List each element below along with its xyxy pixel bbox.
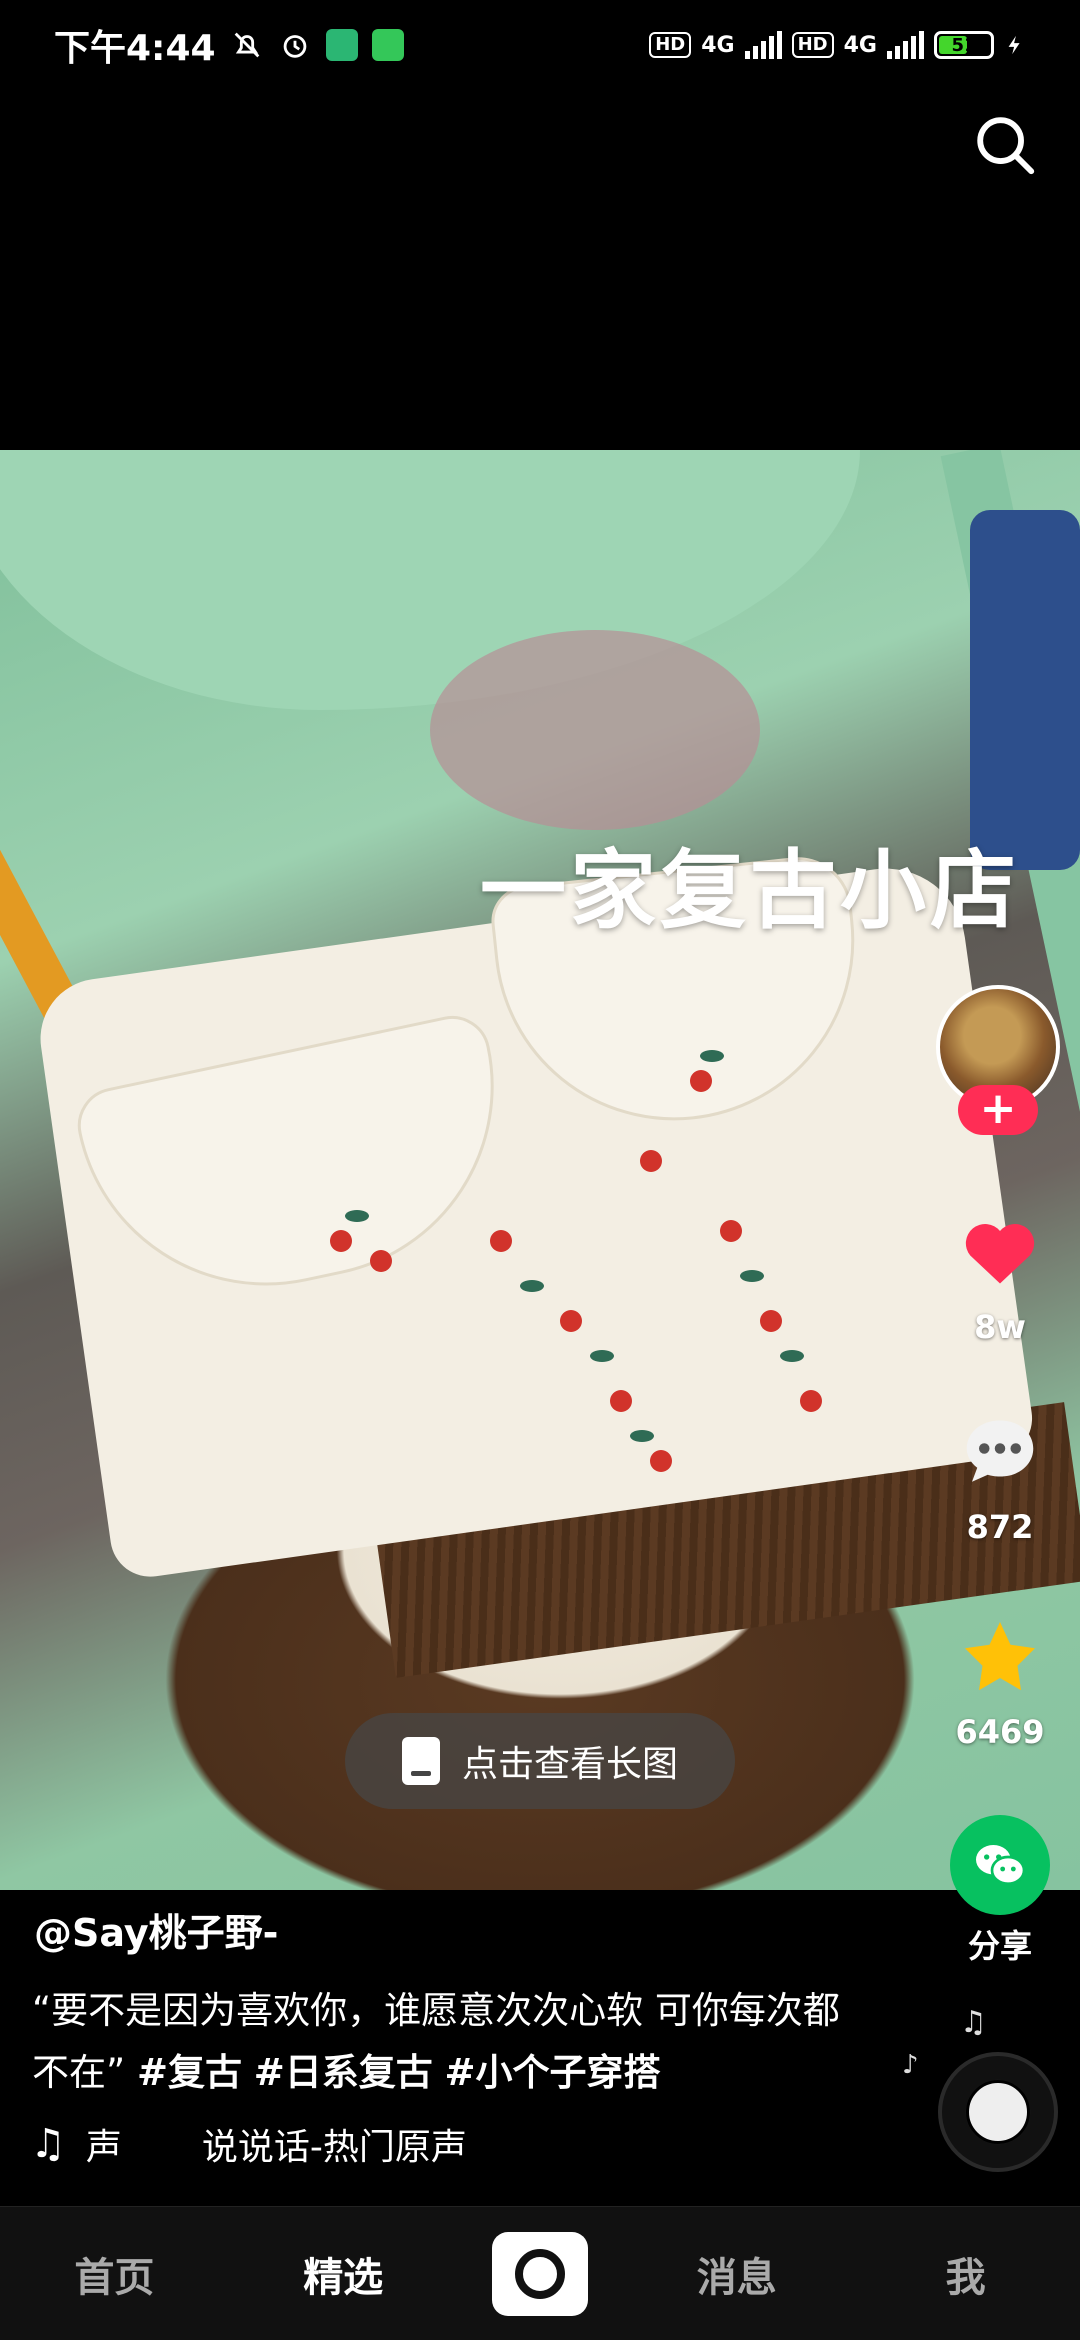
comment-icon xyxy=(966,1420,1034,1482)
embroidery-flower xyxy=(330,1230,352,1252)
hashtag[interactable]: #小个子穿搭 xyxy=(445,2051,661,2094)
wechat-icon xyxy=(950,1815,1050,1915)
hashtag[interactable]: #日系复古 xyxy=(254,2051,433,2094)
favorite-button[interactable]: 6469 xyxy=(940,1615,1060,1751)
status-bar: 下午4:44 HD 4G HD 4G 51 xyxy=(0,0,1080,90)
camera-button[interactable] xyxy=(491,2231,588,2316)
bottom-nav: 首页 精选 消息 我 xyxy=(0,2206,1080,2340)
music-info[interactable]: ♫ 声 说说话-热门原声 xyxy=(30,2118,467,2170)
background-cloth xyxy=(430,630,760,830)
embroidery-flower xyxy=(490,1230,512,1252)
author-name[interactable]: @Say桃子野- xyxy=(34,1902,278,1957)
signal-icon xyxy=(744,31,782,59)
embroidery-flower xyxy=(640,1150,662,1172)
music-scroll-text: 声 xyxy=(85,2127,122,2168)
image-overlay-title: 一家复古小店 xyxy=(480,841,1020,941)
view-long-image-label: 点击查看长图 xyxy=(461,1744,678,1785)
favorite-count: 6469 xyxy=(955,1713,1045,1751)
post-image[interactable] xyxy=(0,450,1080,1890)
like-button[interactable]: 8w xyxy=(940,1210,1060,1346)
post-description: “要不是因为喜欢你，谁愿意次次心软 可你每次都不在” #复古 #日系复古 #小个… xyxy=(32,1980,872,2104)
embroidery-leaf xyxy=(590,1350,614,1362)
comment-count: 872 xyxy=(966,1508,1034,1546)
camera-icon xyxy=(514,2248,565,2299)
embroidery-flower xyxy=(800,1390,822,1412)
follow-button[interactable]: + xyxy=(958,1085,1038,1135)
heart-icon xyxy=(965,1223,1035,1284)
alarm-icon xyxy=(283,35,306,58)
share-label: 分享 xyxy=(967,1927,1032,1965)
music-cover xyxy=(966,2080,1030,2144)
comment-button[interactable]: 872 xyxy=(940,1410,1060,1546)
view-long-image-button[interactable]: 点击查看长图 xyxy=(345,1713,735,1809)
embroidery-flower xyxy=(720,1220,742,1242)
nav-featured[interactable]: 精选 xyxy=(263,2245,423,2303)
embroidery-flower xyxy=(760,1310,782,1332)
cat-app-icon xyxy=(371,29,404,61)
star-icon xyxy=(965,1622,1035,1691)
like-count: 8w xyxy=(974,1308,1026,1346)
shield-app-icon xyxy=(325,29,358,61)
embroidery-leaf xyxy=(740,1270,764,1282)
music-note-icon: ♪ xyxy=(902,2050,919,2080)
long-image-icon xyxy=(401,1737,440,1785)
nav-home[interactable]: 首页 xyxy=(34,2245,194,2303)
embroidery-leaf xyxy=(780,1350,804,1362)
status-time: 下午4:44 xyxy=(54,28,216,69)
embroidery-flower xyxy=(370,1250,392,1272)
embroidery-flower xyxy=(560,1310,582,1332)
battery-icon: 51 xyxy=(934,31,994,59)
embroidery-leaf xyxy=(345,1210,369,1222)
embroidery-flower xyxy=(690,1070,712,1092)
music-note-icon: ♫ xyxy=(30,2121,66,2167)
share-button[interactable]: 分享 xyxy=(940,1815,1060,1967)
background-cloth xyxy=(970,510,1080,870)
embroidery-leaf xyxy=(700,1050,724,1062)
music-title: 说说话-热门原声 xyxy=(201,2127,467,2168)
chair-backrest xyxy=(0,450,860,710)
hashtag[interactable]: #复古 xyxy=(137,2051,242,2094)
battery-level: 51 xyxy=(951,34,977,56)
embroidery-leaf xyxy=(630,1430,654,1442)
network-type: 4G xyxy=(843,32,877,58)
music-disc[interactable] xyxy=(938,2052,1058,2172)
music-note-icon: ♫ xyxy=(960,2005,987,2040)
charging-icon xyxy=(1008,35,1020,55)
mute-bell-icon xyxy=(234,32,259,58)
network-type: 4G xyxy=(701,32,735,58)
search-icon[interactable] xyxy=(970,110,1040,180)
signal-icon xyxy=(887,31,924,59)
nav-messages[interactable]: 消息 xyxy=(657,2245,817,2303)
hd-badge: HD xyxy=(649,32,692,58)
embroidery-leaf xyxy=(520,1280,544,1292)
nav-me[interactable]: 我 xyxy=(886,2245,1046,2303)
hd-badge: HD xyxy=(791,32,834,58)
embroidery-flower xyxy=(650,1450,672,1472)
embroidery-flower xyxy=(610,1390,632,1412)
